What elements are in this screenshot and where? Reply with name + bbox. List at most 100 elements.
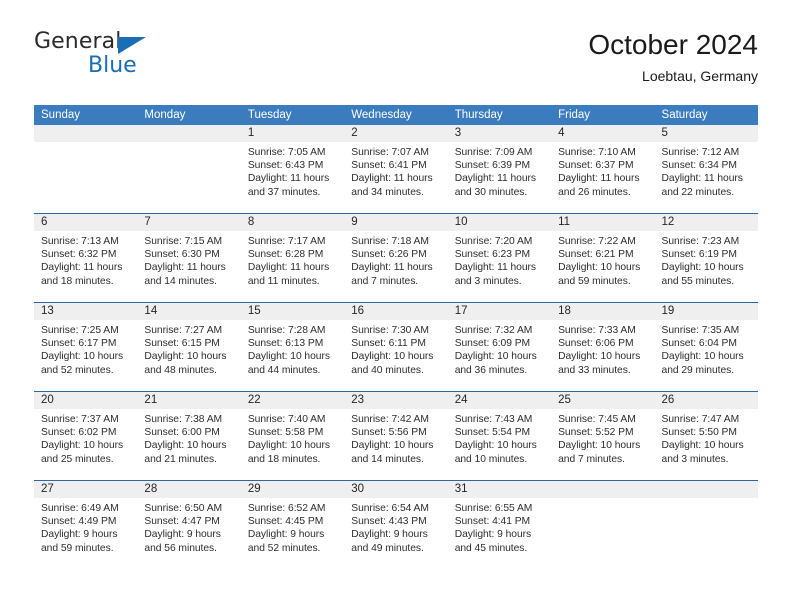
daylight-text: Daylight: 9 hours (351, 529, 428, 541)
day-number: 30 (351, 483, 365, 495)
day-number-band: 25 (551, 392, 655, 409)
day-details: Sunrise: 7:37 AM Sunset: 6:02 PM Daylight:… (34, 409, 138, 480)
day-details: Sunrise: 7:22 AM Sunset: 6:21 PM Daylight:… (551, 231, 655, 302)
daylight-text: Daylight: 10 hours (454, 351, 537, 363)
sunset-text: Sunset: 6:00 PM (144, 427, 220, 439)
sunset-text: Sunset: 6:15 PM (144, 338, 220, 350)
day-details: Sunrise: 7:40 AM Sunset: 5:58 PM Daylight:… (240, 409, 345, 480)
day-details: Sunrise: 6:49 AM Sunset: 4:49 PM Daylight:… (34, 498, 138, 569)
weekday-header-monday: Monday (144, 109, 186, 121)
general-blue-logo[interactable]: General Blue (34, 30, 154, 84)
day-cell[interactable]: 9 Sunrise: 7:18 AM Sunset: 6:26 PM Daylight… (344, 214, 448, 302)
day-cell[interactable]: 17 Sunrise: 7:32 AM Sunset: 6:09 PM Dayligh… (447, 303, 552, 391)
day-cell[interactable]: 28 Sunrise: 6:50 AM Sunset: 4:47 PM Dayligh… (137, 481, 241, 569)
sunset-text: Sunset: 5:58 PM (247, 427, 324, 439)
day-cell[interactable]: 31 Sunrise: 6:55 AM Sunset: 4:41 PM Dayligh… (447, 481, 552, 569)
sunset-text: Sunset: 6:09 PM (454, 338, 531, 350)
calendar-weeks: 1 Sunrise: 7:05 AM Sunset: 6:43 PM Daylight… (34, 125, 758, 569)
daylight-text: Daylight: 10 hours (661, 440, 744, 452)
day-cell[interactable]: 12 Sunrise: 7:23 AM Sunset: 6:19 PM Dayligh… (654, 214, 758, 302)
sunset-text: Sunset: 6:37 PM (558, 160, 634, 172)
day-details: Sunrise: 7:18 AM Sunset: 6:26 PM Daylight:… (344, 231, 448, 302)
day-cell-empty (654, 481, 758, 569)
day-cell[interactable]: 11 Sunrise: 7:22 AM Sunset: 6:21 PM Dayligh… (551, 214, 655, 302)
day-cell[interactable]: 13 Sunrise: 7:25 AM Sunset: 6:17 PM Dayligh… (34, 303, 138, 391)
day-cell[interactable]: 29 Sunrise: 6:52 AM Sunset: 4:45 PM Dayligh… (240, 481, 345, 569)
day-number: 12 (661, 216, 675, 228)
daylight-text-cont: and 18 minutes. (41, 275, 114, 287)
daylight-text-cont: and 11 minutes. (247, 275, 320, 287)
day-number: 15 (247, 305, 261, 317)
sunrise-text: Sunrise: 7:18 AM (351, 236, 429, 247)
sunset-text: Sunset: 6:11 PM (351, 338, 426, 350)
day-details: Sunrise: 7:13 AM Sunset: 6:32 PM Daylight:… (34, 231, 138, 302)
sunrise-text: Sunrise: 7:23 AM (661, 236, 740, 247)
day-cell[interactable]: 7 Sunrise: 7:15 AM Sunset: 6:30 PM Daylight… (137, 214, 241, 302)
sunrise-text: Sunrise: 6:52 AM (247, 503, 326, 514)
day-number: 26 (661, 394, 675, 406)
day-cell[interactable]: 14 Sunrise: 7:27 AM Sunset: 6:15 PM Dayligh… (137, 303, 241, 391)
daylight-text-cont: and 52 minutes. (247, 542, 321, 554)
day-number: 29 (247, 483, 261, 495)
sunrise-text: Sunrise: 7:12 AM (661, 147, 740, 158)
day-cell[interactable]: 30 Sunrise: 6:54 AM Sunset: 4:43 PM Dayligh… (344, 481, 448, 569)
day-cell[interactable]: 2 Sunrise: 7:07 AM Sunset: 6:41 PM Daylight… (344, 125, 448, 213)
daylight-text-cont: and 49 minutes. (351, 542, 424, 554)
day-cell[interactable]: 5 Sunrise: 7:12 AM Sunset: 6:34 PM Daylight… (654, 125, 758, 213)
weekday-header-thursday: Thursday (454, 109, 503, 121)
day-number: 31 (454, 483, 468, 495)
daylight-text-cont: and 18 minutes. (247, 453, 321, 465)
daylight-text: Daylight: 10 hours (41, 440, 124, 452)
sunrise-text: Sunrise: 7:37 AM (41, 414, 119, 425)
sunset-text: Sunset: 6:28 PM (247, 249, 324, 261)
day-cell[interactable]: 4 Sunrise: 7:10 AM Sunset: 6:37 PM Daylight… (551, 125, 655, 213)
day-cell[interactable]: 15 Sunrise: 7:28 AM Sunset: 6:13 PM Dayligh… (240, 303, 345, 391)
sunrise-text: Sunrise: 7:43 AM (454, 414, 533, 425)
day-details: Sunrise: 7:25 AM Sunset: 6:17 PM Daylight:… (34, 320, 138, 391)
daylight-text: Daylight: 10 hours (454, 440, 537, 452)
sunrise-text: Sunrise: 7:17 AM (247, 236, 326, 247)
sunset-text: Sunset: 5:56 PM (351, 427, 427, 439)
day-cell[interactable]: 23 Sunrise: 7:42 AM Sunset: 5:56 PM Dayligh… (344, 392, 448, 480)
day-number-band: 9 (344, 214, 448, 231)
day-cell[interactable]: 3 Sunrise: 7:09 AM Sunset: 6:39 PM Daylight… (447, 125, 552, 213)
daylight-text-cont: and 34 minutes. (351, 186, 424, 198)
weekday-header-tuesday: Tuesday (247, 109, 292, 121)
day-details: Sunrise: 7:09 AM Sunset: 6:39 PM Daylight:… (447, 142, 552, 213)
sunrise-text: Sunrise: 7:20 AM (454, 236, 533, 247)
day-number-band: 2 (344, 125, 448, 142)
sunset-text: Sunset: 5:52 PM (558, 427, 634, 439)
day-number: 11 (558, 216, 571, 228)
sunset-text: Sunset: 6:34 PM (661, 160, 737, 172)
daylight-text-cont: and 7 minutes. (351, 275, 419, 287)
day-cell[interactable]: 6 Sunrise: 7:13 AM Sunset: 6:32 PM Daylight… (34, 214, 138, 302)
sunrise-text: Sunrise: 7:25 AM (41, 325, 119, 336)
daylight-text-cont: and 56 minutes. (144, 542, 217, 554)
day-cell[interactable]: 8 Sunrise: 7:17 AM Sunset: 6:28 PM Daylight… (240, 214, 345, 302)
day-cell[interactable]: 20 Sunrise: 7:37 AM Sunset: 6:02 PM Dayligh… (34, 392, 138, 480)
day-number: 28 (144, 483, 158, 495)
sunrise-text: Sunrise: 7:38 AM (144, 414, 223, 425)
day-cell[interactable]: 22 Sunrise: 7:40 AM Sunset: 5:58 PM Dayligh… (240, 392, 345, 480)
day-details: Sunrise: 7:38 AM Sunset: 6:00 PM Daylight:… (137, 409, 241, 480)
daylight-text-cont: and 25 minutes. (41, 453, 114, 465)
day-number: 24 (454, 394, 468, 406)
day-cell[interactable]: 1 Sunrise: 7:05 AM Sunset: 6:43 PM Daylight… (240, 125, 345, 213)
sunset-text: Sunset: 4:45 PM (247, 516, 324, 528)
day-details: Sunrise: 7:07 AM Sunset: 6:41 PM Daylight:… (344, 142, 448, 213)
day-details: Sunrise: 7:20 AM Sunset: 6:23 PM Daylight:… (447, 231, 552, 302)
daylight-text: Daylight: 10 hours (558, 262, 641, 274)
day-cell[interactable]: 27 Sunrise: 6:49 AM Sunset: 4:49 PM Dayligh… (34, 481, 138, 569)
day-cell[interactable]: 25 Sunrise: 7:45 AM Sunset: 5:52 PM Dayligh… (551, 392, 655, 480)
day-cell[interactable]: 10 Sunrise: 7:20 AM Sunset: 6:23 PM Dayligh… (447, 214, 552, 302)
day-details: Sunrise: 7:47 AM Sunset: 5:50 PM Daylight:… (654, 409, 758, 480)
sunset-text: Sunset: 6:02 PM (41, 427, 117, 439)
day-cell[interactable]: 18 Sunrise: 7:33 AM Sunset: 6:06 PM Dayligh… (551, 303, 655, 391)
day-cell[interactable]: 26 Sunrise: 7:47 AM Sunset: 5:50 PM Dayligh… (654, 392, 758, 480)
day-cell[interactable]: 16 Sunrise: 7:30 AM Sunset: 6:11 PM Dayligh… (344, 303, 448, 391)
day-cell[interactable]: 24 Sunrise: 7:43 AM Sunset: 5:54 PM Dayligh… (447, 392, 552, 480)
day-number: 10 (454, 216, 468, 228)
day-cell[interactable]: 19 Sunrise: 7:35 AM Sunset: 6:04 PM Dayligh… (654, 303, 758, 391)
page-header: General Blue October 2024 Loebtau, Germa… (34, 29, 758, 92)
day-cell[interactable]: 21 Sunrise: 7:38 AM Sunset: 6:00 PM Dayligh… (137, 392, 241, 480)
